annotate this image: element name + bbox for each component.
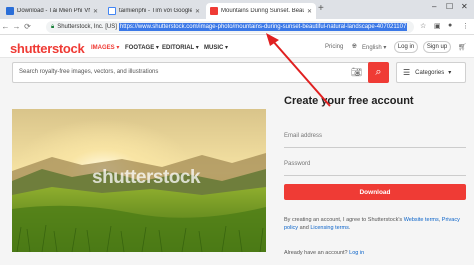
browser-address-bar: ← → ⟳ 🔒︎ Shutterstock, Inc. [US] https:/… [0, 19, 474, 35]
search-placeholder: Search royalty-free images, vectors, and… [19, 69, 159, 75]
terms-text: By creating an account, I agree to Shutt… [284, 216, 466, 232]
close-window-icon[interactable]: ✕ [461, 2, 468, 11]
terms-end: . [348, 225, 351, 231]
search-icon: ⌕ [375, 66, 382, 78]
profile-icon[interactable]: ● [448, 22, 452, 29]
reload-icon[interactable]: ⟳ [22, 22, 33, 31]
form-login-link[interactable]: Log in [349, 250, 364, 256]
nav-editorial[interactable]: EDITORIAL ▾ [162, 44, 199, 51]
signup-button[interactable]: Sign up [423, 41, 451, 53]
browser-tab-bar: Download - Tải Miễn Phí VN - Ph ✕ taimie… [0, 0, 474, 19]
tab-title: Mountains During Sunset. Beautif [221, 8, 304, 14]
maximize-icon[interactable]: ☐ [446, 2, 453, 11]
language-selector[interactable]: English ▾ [362, 44, 386, 51]
globe-icon: 🌐︎ [352, 44, 357, 50]
nav-footage[interactable]: FOOTAGE ▾ [125, 44, 159, 51]
minimize-icon[interactable]: – [432, 2, 436, 11]
back-icon[interactable]: ← [0, 22, 11, 31]
forward-icon[interactable]: → [11, 22, 22, 31]
signup-form: Create your free account Email address P… [284, 95, 466, 256]
url-field[interactable]: 🔒︎ Shutterstock, Inc. [US] https://www.s… [46, 21, 414, 33]
browser-tab-shutterstock[interactable]: Mountains During Sunset. Beautif ✕ [206, 3, 316, 19]
password-label: Password [284, 161, 311, 167]
website-terms-link[interactable]: Website terms [404, 217, 439, 223]
form-title: Create your free account [284, 95, 414, 107]
search-input[interactable]: Search royalty-free images, vectors, and… [12, 62, 388, 83]
download-button[interactable]: Download [284, 184, 466, 200]
cart-icon[interactable]: 🛒︎ [458, 43, 467, 51]
tab-close-icon[interactable]: ✕ [307, 8, 312, 15]
url-text[interactable]: https://www.shutterstock.com/image-photo… [118, 23, 408, 31]
terms-and: and [299, 225, 309, 231]
main-content: shutterstock Create your free account Em… [0, 90, 474, 265]
site-identity: Shutterstock, Inc. [US] [57, 24, 117, 30]
tab-favicon-icon [6, 7, 14, 15]
pricing-link[interactable]: Pricing [325, 44, 343, 50]
lock-icon: 🔒︎ [51, 23, 55, 30]
categories-dropdown[interactable]: ☰ Categories ▾ [396, 62, 466, 83]
search-button[interactable]: ⌕ [368, 62, 389, 83]
star-icon[interactable]: ☆ [420, 22, 426, 30]
tab-close-icon[interactable]: ✕ [195, 8, 200, 15]
stock-photo[interactable]: shutterstock [12, 109, 266, 252]
password-field[interactable]: Password [284, 158, 466, 176]
shutterstock-logo[interactable]: shutterstock [10, 41, 85, 56]
search-section: Search royalty-free images, vectors, and… [0, 58, 474, 90]
camera-icon[interactable]: 📷︎ [351, 67, 362, 78]
email-field[interactable]: Email address [284, 130, 466, 148]
site-header: shutterstock IMAGES ▾ FOOTAGE ▾ EDITORIA… [0, 36, 474, 58]
categories-label: Categories [415, 69, 445, 76]
nav-images[interactable]: IMAGES ▾ [91, 44, 119, 51]
new-tab-button[interactable]: + [318, 3, 324, 14]
extension-icon[interactable]: ▣ [434, 22, 441, 30]
terms-separator: , [438, 217, 441, 223]
watermark: shutterstock [92, 167, 201, 188]
email-label: Email address [284, 133, 323, 139]
shutterstock-favicon-icon [210, 7, 218, 15]
nav-music[interactable]: MUSIC ▾ [204, 44, 228, 51]
chevron-down-icon: ▾ [448, 70, 452, 76]
tab-title: Download - Tải Miễn Phí VN - Ph [17, 8, 90, 14]
already-text: Already have an account? [284, 250, 348, 256]
google-favicon-icon [108, 7, 116, 15]
browser-tab-google[interactable]: taimienphi - Tìm với Google ✕ [104, 3, 204, 19]
menu-icon[interactable]: ⋮ [462, 22, 469, 30]
browser-tab-download[interactable]: Download - Tải Miễn Phí VN - Ph ✕ [2, 3, 102, 19]
tab-close-icon[interactable]: ✕ [93, 8, 98, 15]
login-button[interactable]: Log in [394, 41, 418, 53]
tab-title: taimienphi - Tìm với Google [119, 8, 192, 14]
terms-prefix: By creating an account, I agree to Shutt… [284, 217, 403, 223]
hamburger-icon: ☰ [403, 68, 411, 77]
already-account: Already have an account? Log in [284, 250, 364, 256]
licensing-terms-link[interactable]: Licensing terms [310, 225, 349, 231]
